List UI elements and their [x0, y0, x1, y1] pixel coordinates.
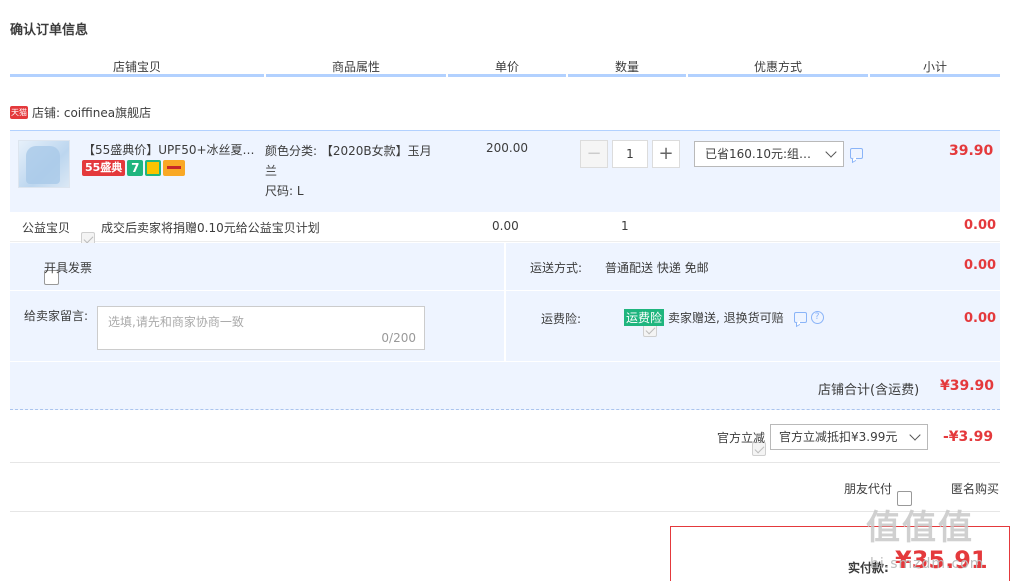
freight-insurance-info: 运费险 卖家赠送, 退换货可赔 ? — [624, 309, 824, 326]
quantity-stepper: − 1 + — [580, 140, 680, 168]
section-divider — [10, 462, 1000, 463]
freight-insurance-tag: 运费险 — [624, 309, 665, 326]
shipping-label: 运送方式: — [530, 261, 583, 275]
freight-insurance-label: 运费险: — [541, 312, 582, 326]
header-underline — [10, 74, 264, 77]
options-divider-h — [10, 290, 1000, 291]
header-underline — [870, 74, 1000, 77]
quantity-input[interactable]: 1 — [612, 140, 648, 168]
header-underline — [448, 74, 566, 77]
promo-select[interactable]: 已省160.10元:组… — [694, 141, 844, 167]
seven-day-return-icon: 7 — [127, 160, 144, 176]
credit-card-icon — [163, 160, 186, 176]
promo-55-badge: 55盛典 — [82, 160, 126, 176]
item-properties: 颜色分类: 【2020B女款】玉月 兰 尺码: L — [265, 141, 445, 201]
comment-icon[interactable] — [850, 148, 863, 159]
watermark-site: hi.smzdm.com — [870, 556, 985, 572]
size-property: 尺码: L — [265, 184, 304, 198]
freight-insurance-price: 0.00 — [964, 311, 997, 326]
freight-insurance-text: 卖家赠送, 退换货可赔 — [668, 311, 784, 325]
watermark-logo: 值值值 — [866, 508, 974, 548]
item-title-link[interactable]: 【55盛典价】UPF50+冰丝夏… — [83, 141, 258, 158]
comment-icon[interactable] — [793, 312, 807, 323]
charity-label: 公益宝贝 — [22, 221, 71, 235]
item-subtotal: 39.90 — [949, 143, 994, 159]
garment-image — [26, 146, 60, 184]
page-title: 确认订单信息 — [10, 23, 89, 38]
charity-quantity: 1 — [621, 219, 629, 233]
official-discount-select[interactable]: 官方立减抵扣¥3.99元 — [770, 424, 928, 450]
chevron-down-icon — [825, 146, 837, 158]
tmall-icon: 天猫 — [10, 106, 28, 119]
color-property: 颜色分类: 【2020B女款】玉月 — [265, 144, 432, 158]
color-property-cont: 兰 — [265, 164, 278, 178]
shop-row: 天猫 店铺: coiffinea旗舰店 — [10, 104, 151, 121]
increase-button[interactable]: + — [652, 140, 680, 168]
header-underline — [568, 74, 686, 77]
trophy-icon — [145, 160, 162, 176]
anonymous-label: 匿名购买 — [951, 482, 1000, 496]
invoice-label: 开具发票 — [44, 261, 93, 275]
message-placeholder: 选填,请先和商家协商一致 — [108, 315, 244, 329]
charity-text: 成交后卖家将捐赠0.10元给公益宝贝计划 — [101, 221, 320, 235]
help-icon[interactable]: ? — [810, 311, 824, 324]
section-divider — [10, 511, 1000, 512]
charity-price: 0.00 — [492, 219, 519, 233]
seller-message-input[interactable]: 选填,请先和商家协商一致 0/200 — [97, 306, 425, 350]
shipping-method: 普通配送 快递 免邮 — [605, 261, 709, 275]
item-badges: 55盛典 7 — [82, 160, 186, 176]
message-counter: 0/200 — [381, 331, 416, 345]
charity-subtotal: 0.00 — [964, 218, 997, 233]
message-label: 给卖家留言: — [24, 309, 89, 323]
shop-total-value: ¥39.90 — [940, 378, 995, 394]
shipping-price: 0.00 — [964, 258, 997, 273]
unit-price: 200.00 — [486, 141, 528, 155]
options-divider — [504, 243, 506, 361]
decrease-button[interactable]: − — [580, 140, 608, 168]
promo-select-value: 已省160.10元:组… — [705, 147, 812, 161]
friend-pay-label: 朋友代付 — [844, 482, 893, 496]
official-discount-value: -¥3.99 — [943, 429, 994, 445]
official-discount-label: 官方立减 — [717, 431, 766, 445]
header-underline — [266, 74, 446, 77]
shop-name-link[interactable]: 店铺: coiffinea旗舰店 — [32, 104, 151, 121]
official-discount-select-value: 官方立减抵扣¥3.99元 — [779, 430, 898, 444]
header-underline — [688, 74, 868, 77]
chevron-down-icon — [909, 429, 921, 441]
shop-total-label: 店铺合计(含运费) — [818, 383, 920, 398]
